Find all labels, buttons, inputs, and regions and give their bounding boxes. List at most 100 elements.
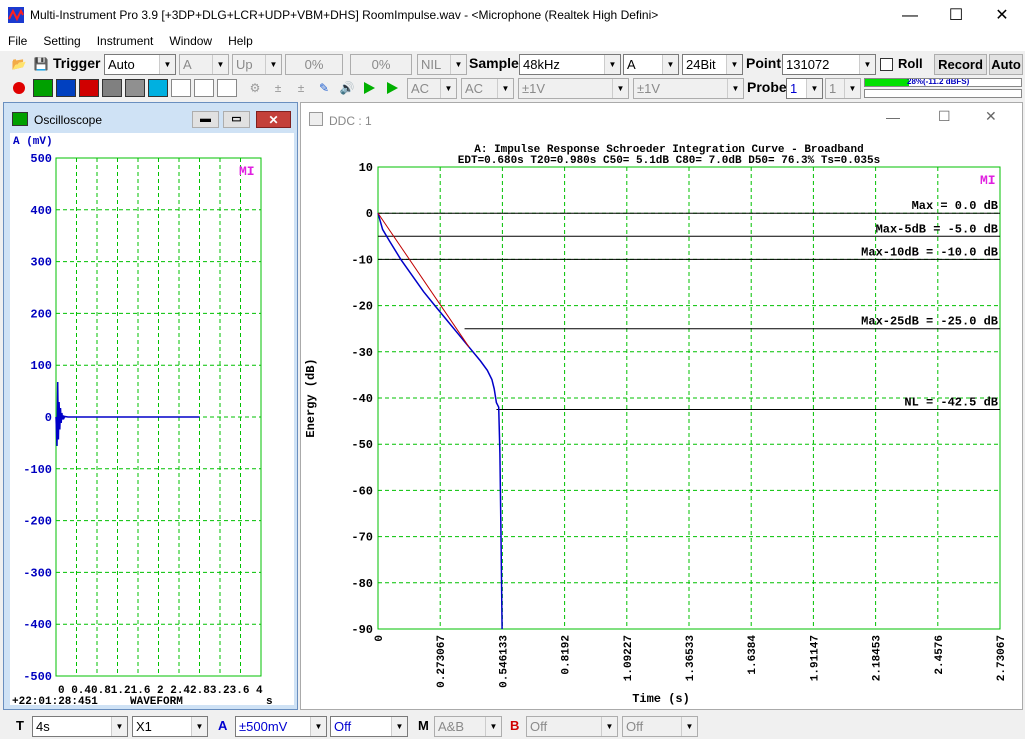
points-value: 131072 [786,57,830,72]
chevron-down-icon: ▼ [727,79,743,98]
waveform-icon[interactable] [171,79,191,97]
play-once-icon[interactable] [387,82,398,94]
level-meter-text: 28%(-11.2 dBFS) [907,78,970,86]
toolbar-row-2: ⚙ ± ± ✎ 🔊 AC ▼ AC ▼ ±1V ▼ ±1V ▼ Probe 1 ▼ 1 ▼ … [0,77,1025,101]
osc-y-tick: 500 [30,152,52,166]
chevron-down-icon: ▼ [726,55,742,74]
chevron-down-icon: ▼ [191,717,207,736]
a-minus-b-icon[interactable]: ± [268,78,288,98]
roll-checkbox[interactable] [880,58,893,71]
points-select[interactable]: 131072 ▼ [782,54,876,75]
osc-maximize-button[interactable]: ▭ [223,111,250,128]
chevron-down-icon: ▼ [604,55,620,74]
channel-a-label: A [218,718,228,733]
osc-unit-label: A (mV) [13,136,53,148]
osc-minimize-button[interactable]: ▬ [192,111,219,128]
b-offset-select[interactable]: Off ▼ [622,716,698,737]
b-range-select[interactable]: Off ▼ [526,716,618,737]
chevron-down-icon: ▼ [681,717,697,736]
toolbar-row-1: 📂 💾 Trigger Auto ▼ A ▼ Up ▼ 0% 0% NIL ▼ Samp… [0,51,1025,77]
oscilloscope-window: Oscilloscope ▬ ▭ ✕ 500 400 300 200 100 0 -100 -… [3,102,298,710]
range-a-select[interactable]: ±1V ▼ [518,78,629,99]
minimize-button[interactable]: — [887,0,933,31]
menu-setting[interactable]: Setting [35,31,88,50]
ddc-minimize-button[interactable]: — [886,109,900,125]
bit-depth-value: 24Bit [686,57,716,72]
roll-label: Roll [898,56,923,71]
multiplier-select[interactable]: X1 ▼ [132,716,208,737]
sample-rate-select[interactable]: 48kHz ▼ [519,54,621,75]
trigger-level-field[interactable]: 0% [285,54,343,75]
oscilloscope-icon[interactable] [33,79,53,97]
ddc-chart: A: Impulse Response Schroeder Integratio… [304,144,1008,706]
range-b-select[interactable]: ±1V ▼ [633,78,744,99]
osc-close-button[interactable]: ✕ [256,111,291,128]
ddc-x-tick: 1.36533 [685,635,697,682]
time-base-value: 4s [36,719,50,734]
trigger-mode-select[interactable]: Auto ▼ [104,54,176,75]
coupling-a-select[interactable]: AC ▼ [407,78,457,99]
spectrum-analyzer-icon[interactable] [56,79,76,97]
channel-select[interactable]: A ▼ [623,54,679,75]
chevron-down-icon: ▼ [497,79,513,98]
ddc-y-tick: -40 [351,392,373,406]
calibration-icon[interactable]: ✎ [314,78,334,98]
level-meter: 28%(-11.2 dBFS) [864,78,1022,87]
ddc-x-tick: 0.8192 [561,635,573,675]
menu-help[interactable]: Help [220,31,261,50]
b-minus-a-icon[interactable]: ± [291,78,311,98]
ddc-x-tick: 0.273067 [436,635,448,688]
probe-a-value: 1 [790,81,798,96]
ddc-y-tick: 0 [366,207,373,221]
osc-x-unit: s [266,696,273,705]
ddc-maximize-button[interactable]: ☐ [938,108,951,125]
speaker-icon[interactable]: 🔊 [337,78,357,98]
probe-a-select[interactable]: 1 ▼ [786,78,823,99]
close-button[interactable]: ✕ [979,0,1025,31]
multimeter-icon[interactable] [79,79,99,97]
trigger-channel-value: A [183,57,192,72]
spectroscope-icon[interactable] [125,79,145,97]
bit-depth-select[interactable]: 24Bit ▼ [682,54,743,75]
osc-timestamp: +22:01:28:451 [12,696,98,705]
a-offset-select[interactable]: Off ▼ [330,716,408,737]
maximize-button[interactable]: ☐ [933,0,979,31]
nil-select[interactable]: NIL ▼ [417,54,467,75]
open-folder-icon[interactable]: 📂 [9,54,29,74]
app-icon [8,7,24,23]
menu-window[interactable]: Window [161,31,220,50]
record-button[interactable]: Record [934,54,987,75]
save-icon[interactable]: 💾 [31,54,51,74]
menu-instrument[interactable]: Instrument [89,31,162,50]
trigger-channel-select[interactable]: A ▼ [179,54,229,75]
pretrigger-field[interactable]: 0% [350,54,412,75]
probe-icon[interactable]: ⚙ [245,78,265,98]
ddc-y-tick: -70 [351,531,373,545]
math-mode-select[interactable]: A&B ▼ [434,716,502,737]
ddc-x-tick: 2.18453 [872,635,884,682]
probe-b-select[interactable]: 1 ▼ [825,78,861,99]
ddc-x-tick: 0 [374,635,386,642]
osc-y-tick: -500 [23,670,52,684]
probe-b-value: 1 [829,81,837,96]
chevron-down-icon: ▼ [601,717,617,736]
level-meter-b [864,89,1022,98]
a-range-select[interactable]: ±500mV ▼ [235,716,327,737]
ddc-icon[interactable] [217,79,237,97]
play-icon[interactable] [364,82,375,94]
dut-icon[interactable] [148,79,168,97]
ddc-plot[interactable]: A: Impulse Response Schroeder Integratio… [302,133,1022,709]
auto-button[interactable]: Auto [989,54,1023,75]
pretrigger-value: 0% [371,57,391,72]
generator-icon[interactable] [102,79,122,97]
ddp-icon[interactable] [194,79,214,97]
time-base-select[interactable]: 4s ▼ [32,716,128,737]
oscilloscope-plot[interactable]: 500 400 300 200 100 0 -100 -200 -300 -400 -500 A (m… [10,133,294,708]
menu-file[interactable]: File [0,31,35,50]
menu-bar: File Setting Instrument Window Help [0,31,1025,51]
ddc-close-button[interactable]: ✕ [985,108,997,125]
trigger-edge-select[interactable]: Up ▼ [232,54,282,75]
chevron-down-icon: ▼ [212,55,228,74]
coupling-b-select[interactable]: AC ▼ [461,78,514,99]
record-dot-icon[interactable] [13,82,25,94]
